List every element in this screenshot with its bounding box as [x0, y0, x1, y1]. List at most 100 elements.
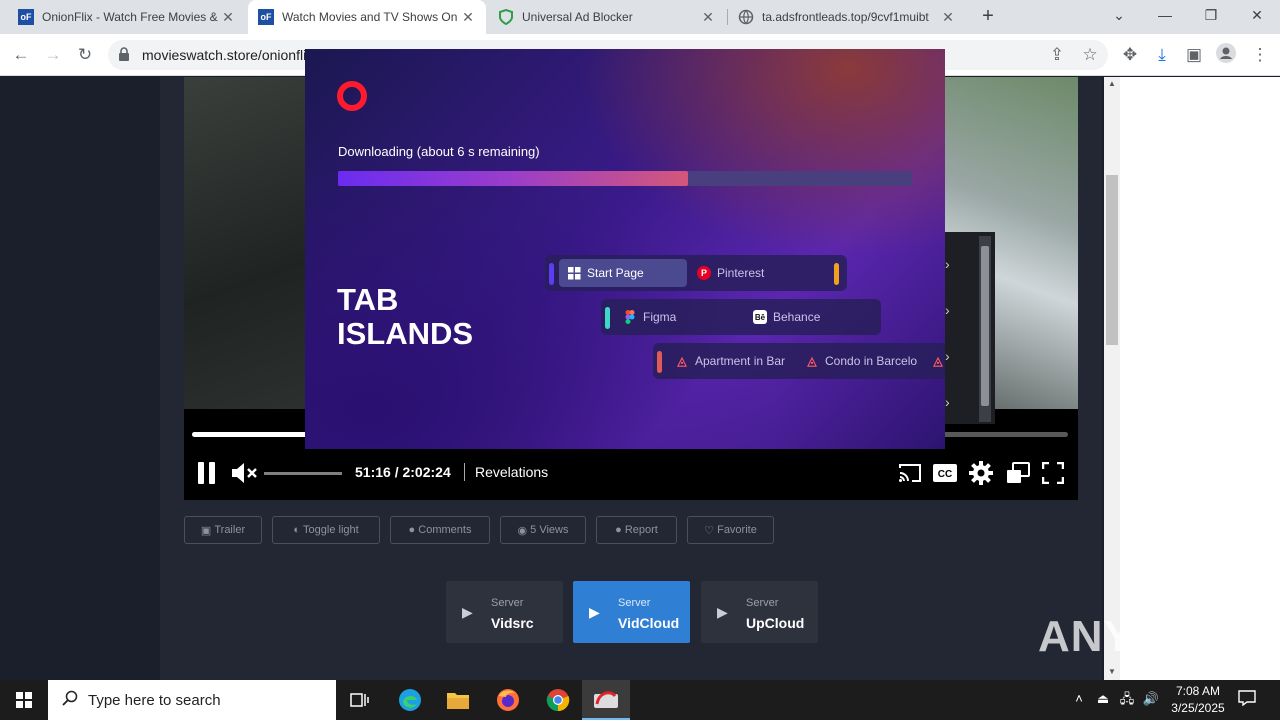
download-progress-bar — [338, 171, 912, 186]
firefox-icon[interactable] — [484, 680, 532, 720]
island-tab-label: Behance — [773, 310, 821, 324]
cast-icon[interactable] — [898, 457, 922, 489]
back-icon[interactable]: ← — [8, 42, 34, 68]
forward-icon[interactable]: → — [40, 42, 66, 68]
globe-icon — [738, 9, 754, 25]
start-button[interactable] — [0, 680, 48, 720]
page-scrollbar[interactable]: ▲ ▼ — [1104, 77, 1120, 680]
download-icon[interactable]: ⤓ — [1149, 42, 1175, 68]
airbnb-icon: ◬ — [677, 354, 687, 368]
island-tab: ◬ — [929, 347, 945, 375]
network-icon[interactable]: 🖧 — [1118, 690, 1136, 708]
server-upcloud[interactable]: ▶ Server UpCloud — [701, 581, 818, 643]
island-tab: ◬ Condo in Barcelo — [797, 347, 925, 375]
new-tab-button[interactable]: + — [976, 5, 1000, 29]
reload-icon[interactable]: ↻ — [72, 42, 98, 68]
chevron-right-icon[interactable]: › — [945, 256, 959, 272]
airbnb-icon: ◬ — [933, 354, 943, 368]
heart-icon: ♡ — [704, 524, 715, 537]
grid-icon — [567, 266, 581, 280]
file-explorer-icon[interactable] — [434, 680, 482, 720]
opera-installer-icon[interactable] — [582, 680, 630, 720]
tab-watch-movies[interactable]: oF Watch Movies and TV Shows On ✕ — [248, 0, 486, 34]
contrast-icon: ◐ — [293, 524, 300, 536]
close-icon[interactable]: ✕ — [700, 9, 716, 26]
comments-button[interactable]: ● Comments — [390, 516, 490, 544]
download-status: Downloading (about 6 s remaining) — [338, 144, 540, 159]
page-scrollbar-thumb[interactable] — [1106, 175, 1118, 345]
task-view-icon[interactable] — [336, 680, 384, 720]
panel-scrollbar-thumb[interactable] — [981, 246, 989, 406]
minimize-button[interactable]: — — [1142, 0, 1188, 34]
tab-search-icon[interactable]: ⌄ — [1096, 0, 1142, 34]
tab-island-3: ◬ Apartment in Bar ◬ Condo in Barcelo ◬ — [653, 343, 945, 379]
tab-title: ta.adsfrontleads.top/9cvf1muibt — [762, 10, 929, 24]
chevron-right-icon[interactable]: › — [945, 394, 959, 410]
close-icon[interactable]: ✕ — [940, 9, 956, 26]
tab-ad-blocker[interactable]: Universal Ad Blocker ✕ — [488, 0, 726, 34]
chevron-right-icon[interactable]: › — [945, 302, 959, 318]
close-window-button[interactable]: ✕ — [1234, 0, 1280, 34]
volume-icon[interactable]: 🔊 — [1142, 690, 1160, 708]
airbnb-icon: ◬ — [807, 354, 817, 368]
close-icon[interactable]: ✕ — [220, 9, 236, 26]
captions-icon[interactable]: CC — [932, 457, 958, 489]
settings-gear-icon[interactable] — [968, 457, 994, 489]
mute-icon[interactable] — [230, 457, 260, 489]
url-text: movieswatch.store/onionfli — [142, 47, 307, 63]
usb-device-icon[interactable]: ⏏ — [1094, 690, 1112, 708]
server-label: Server — [746, 597, 779, 609]
notifications-icon[interactable] — [1238, 690, 1256, 708]
comment-icon: ● — [408, 524, 416, 536]
tab-onionflix[interactable]: oF OnionFlix - Watch Free Movies & ✕ — [8, 0, 246, 34]
windows-logo-icon — [16, 692, 32, 708]
system-clock[interactable]: 7:08 AM 3/25/2025 — [1168, 683, 1228, 717]
island-tab: Figma — [615, 303, 743, 331]
button-label: Favorite — [717, 524, 757, 536]
scroll-down-arrow-icon[interactable]: ▼ — [1108, 667, 1116, 676]
chevron-up-icon[interactable]: ˄ — [1070, 690, 1088, 708]
bookmark-star-icon[interactable]: ☆ — [1077, 42, 1103, 68]
chrome-icon[interactable] — [534, 680, 582, 720]
tab-ads-site[interactable]: ta.adsfrontleads.top/9cvf1muibt ✕ — [728, 0, 966, 34]
headline-line: ISLANDS — [337, 316, 474, 351]
server-vidsrc[interactable]: ▶ Server Vidsrc — [446, 581, 563, 643]
profile-avatar-icon[interactable] — [1213, 42, 1239, 68]
tab-title: Universal Ad Blocker — [522, 10, 633, 24]
taskbar-search[interactable]: Type here to search — [48, 680, 336, 720]
film-icon: ▣ — [200, 524, 212, 537]
pip-icon[interactable] — [1006, 457, 1030, 489]
server-vidcloud[interactable]: ▶ Server VidCloud — [573, 581, 690, 643]
toggle-light-button[interactable]: ◐ Toggle light — [272, 516, 380, 544]
menu-kebab-icon[interactable]: ⋮ — [1247, 42, 1273, 68]
tab-title: OnionFlix - Watch Free Movies & — [42, 10, 218, 24]
episode-list-panel[interactable]: › › › › — [945, 232, 995, 424]
server-name: Vidsrc — [491, 615, 534, 631]
pinterest-icon: P — [697, 266, 711, 280]
headline-line: TAB — [337, 282, 399, 317]
extensions-icon[interactable]: ✥ — [1117, 42, 1143, 68]
favorite-button[interactable]: ♡ Favorite — [687, 516, 774, 544]
side-panel-icon[interactable]: ▣ — [1181, 42, 1207, 68]
fullscreen-icon[interactable] — [1042, 457, 1064, 489]
scroll-up-arrow-icon[interactable]: ▲ — [1108, 79, 1116, 88]
close-icon[interactable]: ✕ — [460, 9, 476, 26]
edge-icon[interactable] — [386, 680, 434, 720]
restore-button[interactable]: ❐ — [1188, 0, 1234, 34]
opera-download-popup[interactable]: Downloading (about 6 s remaining) TAB IS… — [305, 49, 945, 449]
clock-time: 7:08 AM — [1175, 684, 1221, 698]
pause-icon[interactable] — [196, 457, 218, 489]
island-tab-label: Apartment in Bar — [695, 354, 786, 368]
server-name: UpCloud — [746, 615, 805, 631]
views-button[interactable]: ◉ 5 Views — [500, 516, 586, 544]
report-button[interactable]: ● Report — [596, 516, 677, 544]
button-label: Report — [624, 524, 658, 536]
chevron-right-icon[interactable]: › — [945, 348, 959, 364]
eye-icon: ◉ — [517, 524, 528, 537]
trailer-button[interactable]: ▣ Trailer — [184, 516, 262, 544]
server-name: VidCloud — [618, 615, 680, 631]
share-icon[interactable]: ⇪ — [1044, 42, 1070, 68]
volume-slider[interactable] — [264, 472, 342, 475]
island-tab: Bē Behance — [745, 303, 875, 331]
behance-icon: Bē — [753, 310, 767, 324]
